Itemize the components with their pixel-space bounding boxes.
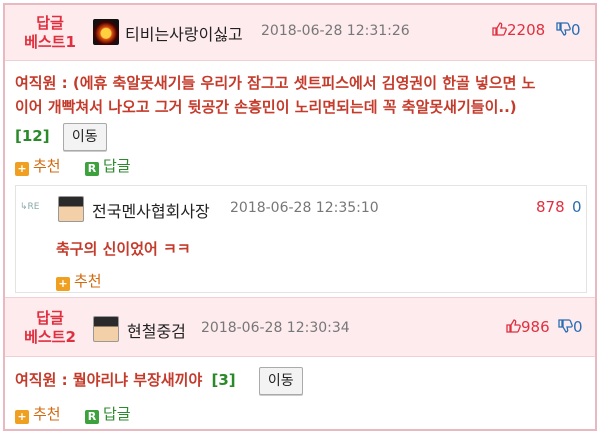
- reply-count: [12]: [15, 127, 50, 145]
- like-count[interactable]: 878: [536, 198, 565, 216]
- plus-icon: +: [56, 277, 70, 291]
- reply-button[interactable]: R 답글: [85, 403, 131, 424]
- badge-line2: 베스트2: [24, 328, 76, 346]
- recommend-label: 추천: [74, 272, 102, 290]
- like-button[interactable]: 986: [505, 318, 550, 336]
- like-count: 2208: [507, 21, 546, 39]
- move-button[interactable]: 이동: [62, 123, 107, 151]
- like-count: 986: [521, 318, 550, 336]
- like-button[interactable]: 2208: [491, 21, 545, 39]
- recommend-label: 추천: [33, 157, 61, 175]
- thumbs-down-icon: [558, 319, 573, 333]
- thumbs-down-icon: [556, 22, 571, 36]
- avatar[interactable]: [58, 196, 84, 222]
- reply-r-icon: R: [85, 410, 99, 424]
- body-line: 여직원 : 뭘야리냐 부장새끼야: [15, 371, 203, 389]
- dislike-count[interactable]: 0: [572, 198, 582, 216]
- recommend-button[interactable]: + 추천: [15, 403, 61, 424]
- reply-r-icon: R: [85, 162, 99, 176]
- dislike-count: 0: [573, 318, 583, 336]
- body-line: 여직원 : (에휴 축알못새기들 우리가 잠그고 셋트피스에서 김영권이 한골 …: [15, 74, 536, 92]
- dislike-button[interactable]: 0: [557, 318, 583, 336]
- reply-count: [3]: [211, 371, 236, 389]
- dislike-button[interactable]: 0: [555, 21, 581, 39]
- plus-icon: +: [15, 410, 29, 424]
- reply-button[interactable]: R 답글: [85, 155, 131, 176]
- badge-line1: 답글: [36, 14, 64, 32]
- best-replies-panel: 답글 베스트1 티비는사랑이싫고 2018-06-28 12:31:26 220…: [3, 3, 597, 431]
- reply-arrow-icon: ↳RE: [20, 202, 40, 212]
- post-date: 2018-06-28 12:31:26: [261, 23, 410, 39]
- move-button[interactable]: 이동: [258, 367, 303, 395]
- post-date: 2018-06-28 12:30:34: [201, 320, 350, 336]
- avatar[interactable]: [93, 316, 119, 342]
- avatar[interactable]: [93, 19, 119, 45]
- reply-body: 축구의 신이었어 ㅋㅋ: [56, 240, 191, 258]
- reply-label: 답글: [103, 157, 131, 175]
- best2-badge: 답글 베스트2: [19, 309, 81, 347]
- best2-header: 답글 베스트2 현철중검 2018-06-28 12:30:34 986 0: [5, 297, 595, 357]
- best1-badge: 답글 베스트1: [19, 14, 81, 52]
- post-body: 여직원 : (에휴 축알못새기들 우리가 잠그고 셋트피스에서 김영권이 한골 …: [15, 71, 595, 151]
- reply-label: 답글: [103, 405, 131, 423]
- badge-line2: 베스트1: [24, 33, 76, 51]
- author-nickname[interactable]: 전국멘사협회사장: [92, 198, 210, 222]
- author-nickname[interactable]: 현철중검: [127, 318, 186, 342]
- post-body: 여직원 : 뭘야리냐 부장새끼야 [3] 이동: [15, 367, 595, 395]
- recommend-label: 추천: [33, 405, 61, 423]
- dislike-count: 0: [571, 21, 581, 39]
- badge-line1: 답글: [36, 309, 64, 327]
- plus-icon: +: [15, 162, 29, 176]
- thumbs-up-icon: [492, 22, 507, 36]
- re-label: RE: [27, 202, 40, 212]
- body-line: 이어 개빡쳐서 나오고 그거 뒷공간 손흥민이 노리면되는데 꼭 축알못새기들이…: [15, 98, 517, 116]
- recommend-button[interactable]: + 추천: [56, 270, 102, 291]
- author-nickname[interactable]: 티비는사랑이싫고: [125, 21, 243, 45]
- nested-reply: ↳RE 전국멘사협회사장 2018-06-28 12:35:10 878 0 축…: [15, 185, 587, 293]
- post-date: 2018-06-28 12:35:10: [230, 200, 379, 216]
- recommend-button[interactable]: + 추천: [15, 155, 61, 176]
- best1-header: 답글 베스트1 티비는사랑이싫고 2018-06-28 12:31:26 220…: [5, 5, 595, 61]
- thumbs-up-icon: [506, 319, 521, 333]
